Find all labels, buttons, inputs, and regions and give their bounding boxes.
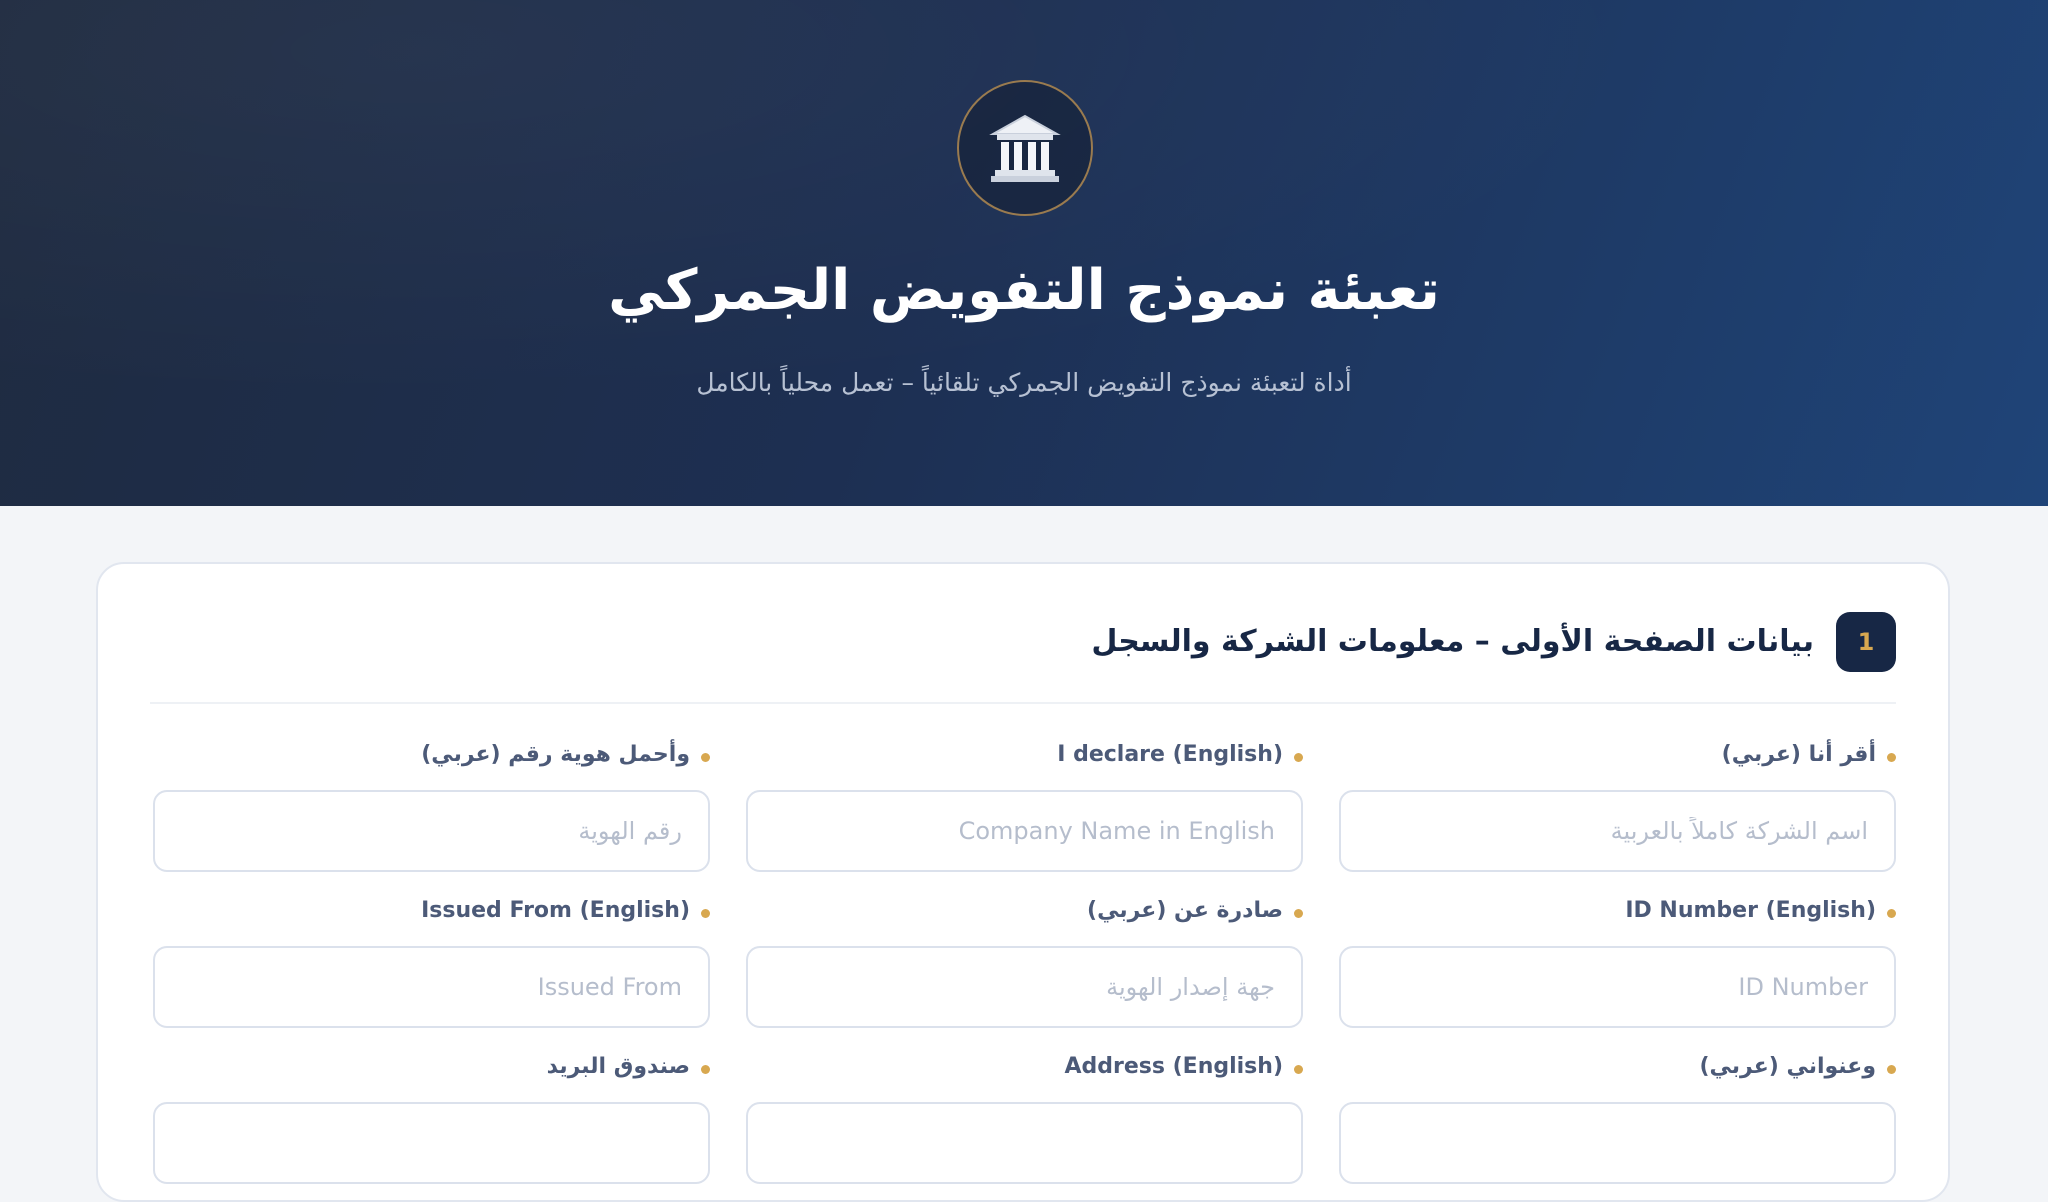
page-subtitle: أداة لتعبئة نموذج التفويض الجمركي تلقائي… bbox=[696, 368, 1352, 397]
po-box-input[interactable] bbox=[153, 1102, 710, 1184]
form-card: 1 بيانات الصفحة الأولى – معلومات الشركة … bbox=[96, 562, 1950, 1202]
section-title: بيانات الصفحة الأولى – معلومات الشركة وا… bbox=[1091, 624, 1814, 659]
declare-english-input[interactable] bbox=[746, 790, 1303, 872]
field-label: وعنواني (عربي) bbox=[1339, 1054, 1896, 1090]
field-issued-from-arabic: صادرة عن (عربي) bbox=[746, 898, 1303, 1028]
section-header: 1 بيانات الصفحة الأولى – معلومات الشركة … bbox=[150, 610, 1896, 704]
field-label: Issued From (English) bbox=[153, 898, 710, 934]
issued-from-arabic-input[interactable] bbox=[746, 946, 1303, 1028]
declare-arabic-input[interactable] bbox=[1339, 790, 1896, 872]
address-english-input[interactable] bbox=[746, 1102, 1303, 1184]
page-title: تعبئة نموذج التفويض الجمركي bbox=[608, 258, 1440, 323]
field-label: I declare (English) bbox=[746, 742, 1303, 778]
step-number-badge: 1 bbox=[1836, 612, 1896, 672]
field-label: صندوق البريد bbox=[153, 1054, 710, 1090]
field-po-box: صندوق البريد bbox=[153, 1054, 710, 1184]
field-id-number-english: ID Number (English) bbox=[1339, 898, 1896, 1028]
field-id-number-arabic: وأحمل هوية رقم (عربي) bbox=[153, 742, 710, 872]
emblem-badge bbox=[957, 80, 1093, 216]
id-number-arabic-input[interactable] bbox=[153, 790, 710, 872]
field-label: أقر أنا (عربي) bbox=[1339, 742, 1896, 778]
field-label: صادرة عن (عربي) bbox=[746, 898, 1303, 934]
government-building-icon bbox=[989, 114, 1061, 182]
form-fields: أقر أنا (عربي) I declare (English) وأحمل… bbox=[150, 742, 1896, 1184]
address-arabic-input[interactable] bbox=[1339, 1102, 1896, 1184]
field-address-arabic: وعنواني (عربي) bbox=[1339, 1054, 1896, 1184]
field-label: Address (English) bbox=[746, 1054, 1303, 1090]
issued-from-english-input[interactable] bbox=[153, 946, 710, 1028]
page-header: تعبئة نموذج التفويض الجمركي أداة لتعبئة … bbox=[0, 0, 2048, 506]
field-address-english: Address (English) bbox=[746, 1054, 1303, 1184]
field-declare-arabic: أقر أنا (عربي) bbox=[1339, 742, 1896, 872]
field-label: ID Number (English) bbox=[1339, 898, 1896, 934]
field-label: وأحمل هوية رقم (عربي) bbox=[153, 742, 710, 778]
id-number-english-input[interactable] bbox=[1339, 946, 1896, 1028]
field-declare-english: I declare (English) bbox=[746, 742, 1303, 872]
field-issued-from-english: Issued From (English) bbox=[153, 898, 710, 1028]
